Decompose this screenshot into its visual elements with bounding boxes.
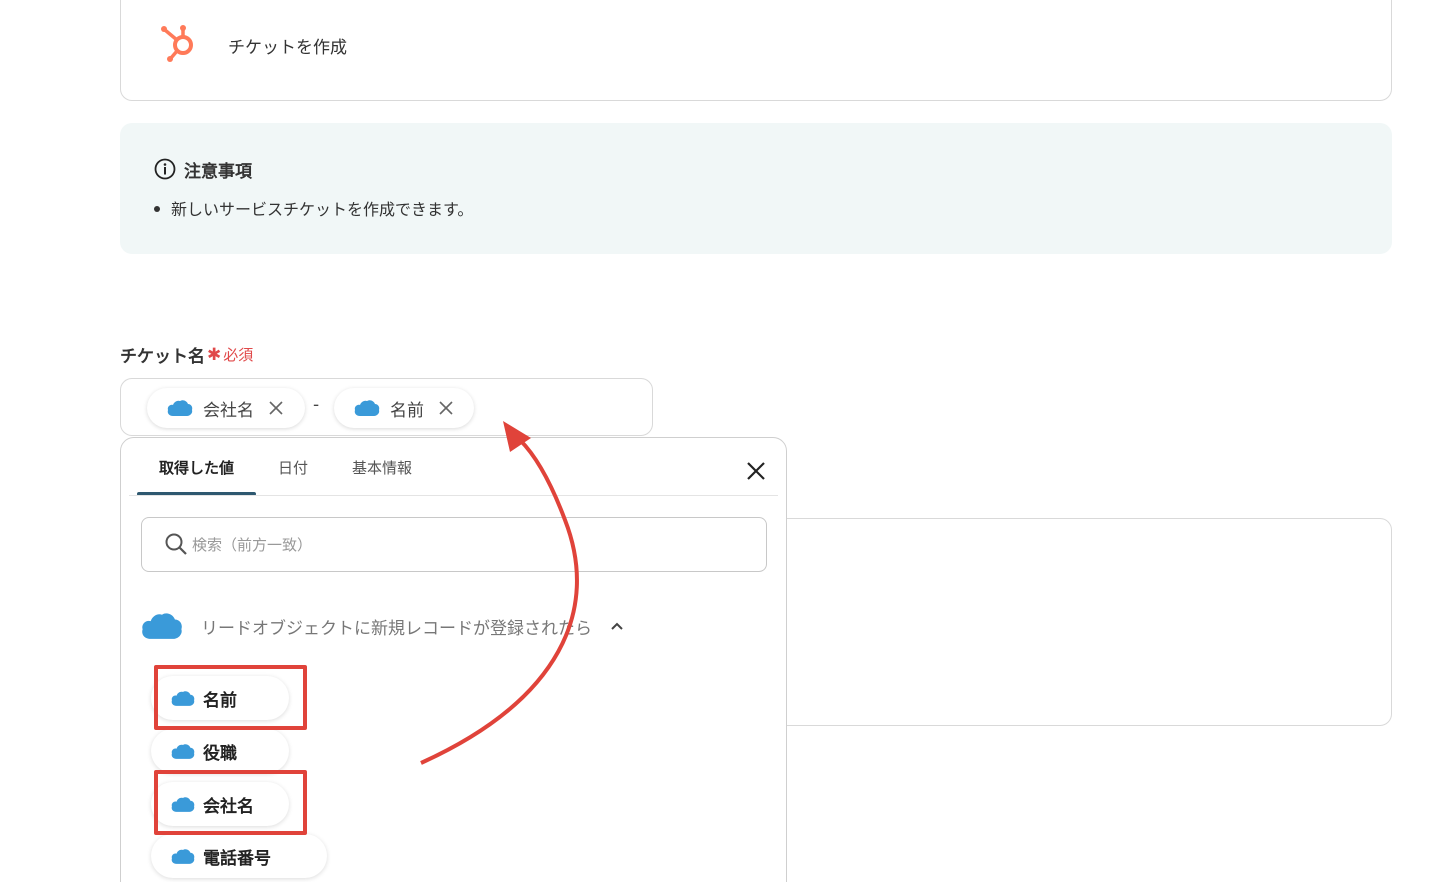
group-title: リードオブジェクトに新規レコードが登録されたら	[201, 618, 592, 639]
variable-item-company[interactable]: 会社名	[151, 782, 289, 826]
notice-title: 注意事項	[184, 162, 252, 182]
notice-list: 新しいサービスチケットを作成できます。	[153, 196, 473, 220]
close-icon[interactable]	[268, 400, 284, 416]
variable-chip[interactable]: 名前	[334, 388, 474, 428]
salesforce-icon	[142, 613, 182, 639]
action-label: チケットを作成	[228, 38, 347, 58]
required-star-icon: ✱	[207, 345, 222, 365]
search-field[interactable]	[141, 517, 767, 572]
required-badge: ✱ 必須	[207, 344, 253, 365]
separator-text: -	[313, 395, 320, 415]
item-label: 名前	[203, 690, 237, 711]
info-icon	[154, 158, 176, 180]
search-input[interactable]	[192, 532, 752, 558]
ticket-name-input[interactable]: 会社名 - 名前	[120, 378, 653, 436]
chevron-up-icon[interactable]	[608, 617, 626, 635]
salesforce-icon	[171, 743, 195, 759]
picker-tabs: 取得した値 日付 基本情報	[137, 438, 434, 496]
item-label: 電話番号	[203, 848, 271, 869]
chip-label: 名前	[390, 400, 424, 421]
tab-date[interactable]: 日付	[256, 438, 330, 496]
notice-item: 新しいサービスチケットを作成できます。	[153, 196, 473, 220]
required-text: 必須	[223, 346, 254, 364]
item-label: 役職	[203, 743, 237, 764]
salesforce-icon	[167, 400, 193, 416]
tab-divider	[129, 495, 778, 496]
ticket-name-label: チケット名	[120, 347, 205, 367]
salesforce-icon	[171, 848, 195, 864]
close-icon[interactable]	[438, 400, 454, 416]
variable-item-phone[interactable]: 電話番号	[151, 834, 327, 878]
close-icon[interactable]	[741, 456, 771, 486]
salesforce-icon	[171, 690, 195, 706]
variable-picker: 取得した値 日付 基本情報 リードオブジェクトに新規レコードが登録されたら 名前	[120, 437, 787, 882]
variable-item-title[interactable]: 役職	[151, 729, 289, 773]
item-label: 会社名	[203, 796, 254, 817]
tab-fetched-values[interactable]: 取得した値	[137, 438, 257, 496]
variable-item-name[interactable]: 名前	[151, 676, 289, 720]
notice-box: 注意事項 新しいサービスチケットを作成できます。	[120, 123, 1392, 254]
salesforce-icon	[171, 796, 195, 812]
variable-chip[interactable]: 会社名	[147, 388, 305, 428]
salesforce-icon	[354, 400, 380, 416]
search-icon	[165, 533, 187, 555]
hubspot-icon	[161, 25, 193, 62]
group-header[interactable]: リードオブジェクトに新規レコードが登録されたら	[141, 606, 701, 646]
app-action-card: チケットを作成	[120, 0, 1392, 101]
description-textarea[interactable]	[700, 518, 1392, 726]
tab-basic-info[interactable]: 基本情報	[330, 438, 434, 496]
chip-label: 会社名	[203, 400, 254, 421]
